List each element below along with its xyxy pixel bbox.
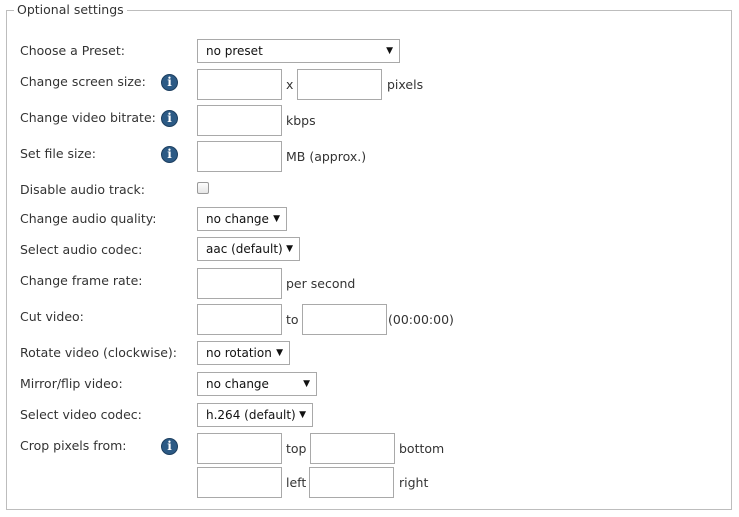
frame-rate-input[interactable] bbox=[197, 268, 282, 299]
screen-size-unit: pixels bbox=[387, 77, 424, 92]
crop-right-label: right bbox=[399, 475, 429, 490]
screen-size-separator: x bbox=[286, 77, 294, 92]
crop-bottom-input[interactable] bbox=[310, 433, 395, 464]
mirror-select[interactable]: no change ▼ bbox=[197, 372, 317, 396]
video-codec-select-value: h.264 (default) bbox=[206, 408, 296, 422]
cut-video-format-hint: (00:00:00) bbox=[388, 312, 454, 327]
disable-audio-label: Disable audio track: bbox=[20, 182, 145, 197]
preset-select[interactable]: no preset ▼ bbox=[197, 39, 400, 63]
crop-right-input[interactable] bbox=[309, 467, 394, 498]
mirror-label: Mirror/flip video: bbox=[20, 376, 123, 391]
caret-down-icon: ▼ bbox=[286, 244, 293, 254]
mirror-select-value: no change bbox=[206, 377, 269, 391]
video-codec-select[interactable]: h.264 (default) ▼ bbox=[197, 403, 313, 427]
bitrate-input[interactable] bbox=[197, 105, 282, 136]
crop-top-input[interactable] bbox=[197, 433, 282, 464]
audio-codec-select[interactable]: aac (default) ▼ bbox=[197, 237, 300, 261]
bitrate-label: Change video bitrate: bbox=[20, 110, 156, 125]
cut-video-label: Cut video: bbox=[20, 309, 84, 324]
disable-audio-checkbox[interactable] bbox=[197, 182, 209, 194]
file-size-unit: MB (approx.) bbox=[286, 149, 367, 164]
audio-codec-select-value: aac (default) bbox=[206, 242, 283, 256]
screen-width-input[interactable] bbox=[197, 69, 282, 100]
crop-left-label: left bbox=[286, 475, 307, 490]
audio-quality-select[interactable]: no change ▼ bbox=[197, 207, 287, 231]
cut-video-separator: to bbox=[286, 312, 299, 327]
preset-label: Choose a Preset: bbox=[20, 43, 125, 58]
fieldset-legend: Optional settings bbox=[14, 2, 127, 17]
video-codec-label: Select video codec: bbox=[20, 407, 142, 422]
crop-top-label: top bbox=[286, 441, 307, 456]
cut-end-input[interactable] bbox=[302, 304, 387, 335]
cut-start-input[interactable] bbox=[197, 304, 282, 335]
caret-down-icon: ▼ bbox=[299, 410, 306, 420]
audio-quality-label: Change audio quality: bbox=[20, 211, 157, 226]
rotate-select-value: no rotation bbox=[206, 346, 272, 360]
caret-down-icon: ▼ bbox=[273, 214, 280, 224]
file-size-input[interactable] bbox=[197, 141, 282, 172]
caret-down-icon: ▼ bbox=[276, 348, 283, 358]
bitrate-unit: kbps bbox=[286, 113, 316, 128]
rotate-label: Rotate video (clockwise): bbox=[20, 345, 177, 360]
crop-left-input[interactable] bbox=[197, 467, 282, 498]
caret-down-icon: ▼ bbox=[386, 46, 393, 56]
frame-rate-unit: per second bbox=[286, 276, 356, 291]
info-icon[interactable]: i bbox=[161, 438, 178, 455]
audio-codec-label: Select audio codec: bbox=[20, 242, 143, 257]
screen-height-input[interactable] bbox=[297, 69, 382, 100]
file-size-label: Set file size: bbox=[20, 146, 96, 161]
info-icon[interactable]: i bbox=[161, 146, 178, 163]
info-icon[interactable]: i bbox=[161, 74, 178, 91]
crop-bottom-label: bottom bbox=[399, 441, 445, 456]
frame-rate-label: Change frame rate: bbox=[20, 273, 143, 288]
crop-label: Crop pixels from: bbox=[20, 438, 127, 453]
screen-size-label: Change screen size: bbox=[20, 74, 146, 89]
caret-down-icon: ▼ bbox=[303, 379, 310, 389]
info-icon[interactable]: i bbox=[161, 110, 178, 127]
rotate-select[interactable]: no rotation ▼ bbox=[197, 341, 290, 365]
audio-quality-select-value: no change bbox=[206, 212, 269, 226]
preset-select-value: no preset bbox=[206, 44, 263, 58]
